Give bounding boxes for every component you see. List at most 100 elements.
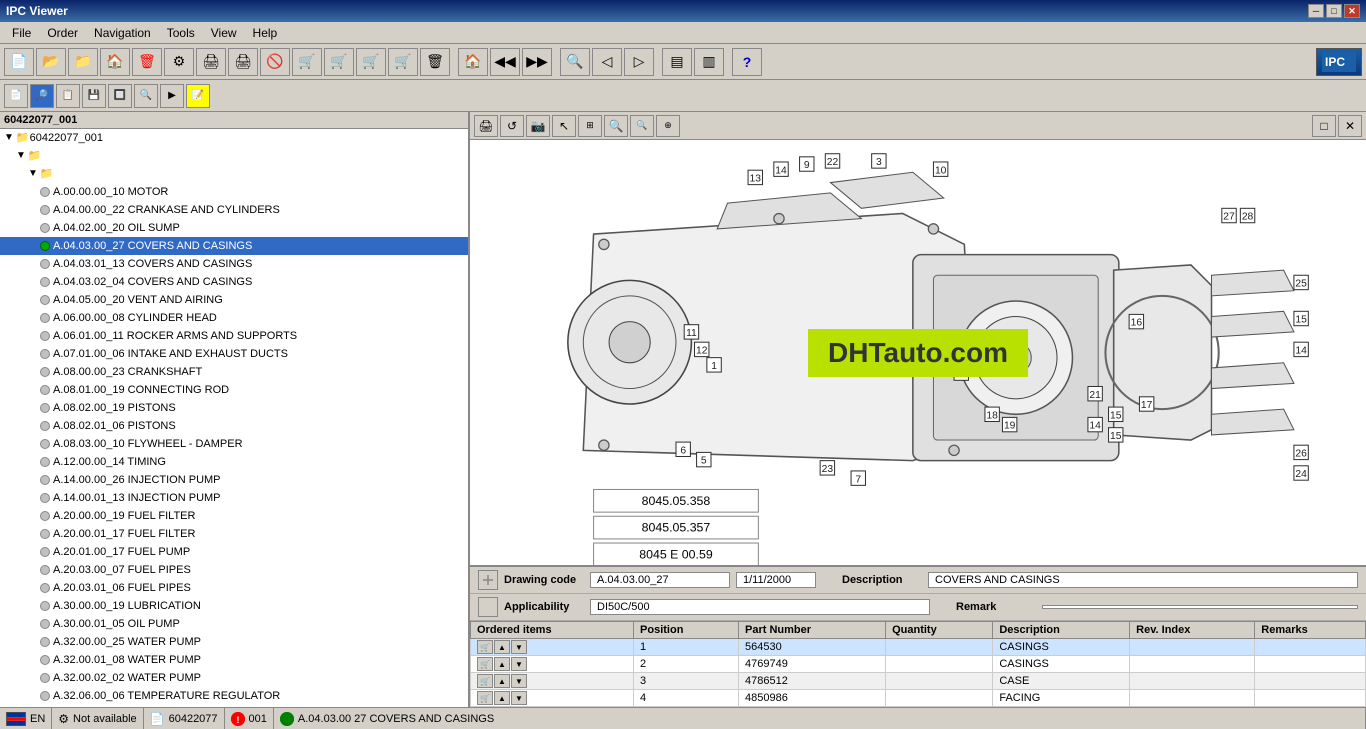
list-item[interactable]: A.08.03.00_10 FLYWHEEL - DAMPER (0, 435, 468, 453)
zoom-fit-btn[interactable]: ⊞ (578, 115, 602, 137)
tree-l2[interactable]: ▼ 📁 (0, 165, 468, 183)
menu-navigation[interactable]: Navigation (86, 24, 159, 42)
list-item[interactable]: A.30.00.01_05 OIL PUMP (0, 615, 468, 633)
print2-button[interactable]: 🖨 (228, 48, 258, 76)
list-item[interactable]: A.04.05.00_20 VENT AND AIRING (0, 291, 468, 309)
list-item[interactable]: A.32.06.01_06 TEMPERATURE REGULATOR (0, 705, 468, 707)
table-row[interactable]: 🛒 ▲ ▼ 24769749CASINGS (471, 656, 1366, 673)
list-item[interactable]: A.06.01.00_11 ROCKER ARMS AND SUPPORTS (0, 327, 468, 345)
layout1-button[interactable]: ▤ (662, 48, 692, 76)
minimize-button[interactable]: ─ (1308, 4, 1324, 18)
list-item[interactable]: A.08.00.00_23 CRANKSHAFT (0, 363, 468, 381)
small-btn1[interactable]: 📄 (4, 84, 28, 108)
close-button[interactable]: ✕ (1344, 4, 1360, 18)
tree-l1[interactable]: ▼ 📁 (0, 147, 468, 165)
tree-area[interactable]: ▼ 📁 60422077_001 ▼ 📁 ▼ 📁 A.00.00.00_10 M… (0, 129, 468, 707)
small-btn3[interactable]: 📋 (56, 84, 80, 108)
small-btn6[interactable]: 🔍 (134, 84, 158, 108)
add-cart-btn[interactable]: 🛒 (477, 674, 493, 688)
list-item[interactable]: A.30.00.00_19 LUBRICATION (0, 597, 468, 615)
no-icon[interactable]: 🚫 (260, 48, 290, 76)
search-button[interactable]: 🔍 (560, 48, 590, 76)
up-btn[interactable]: ▲ (494, 674, 510, 688)
print-button[interactable]: 🖨 (196, 48, 226, 76)
parts-table-area[interactable]: Ordered items Position Part Number Quant… (470, 621, 1366, 707)
up-btn[interactable]: ▲ (494, 691, 510, 705)
zoom-out-btn[interactable]: 🔍 (630, 115, 654, 137)
list-item[interactable]: A.00.00.00_10 MOTOR (0, 183, 468, 201)
home-button[interactable]: 🏠 (100, 48, 130, 76)
cart4-button[interactable]: 🛒 (388, 48, 418, 76)
open-button[interactable]: 📂 (36, 48, 66, 76)
down-btn[interactable]: ▼ (511, 640, 527, 654)
small-btn8[interactable]: 📝 (186, 84, 210, 108)
maximize-button[interactable]: □ (1326, 4, 1342, 18)
list-item-selected[interactable]: A.04.03.00_27 COVERS AND CASINGS (0, 237, 468, 255)
delete-button[interactable]: 🗑 (132, 48, 162, 76)
add-cart-btn[interactable]: 🛒 (477, 691, 493, 705)
down-btn[interactable]: ▼ (511, 657, 527, 671)
table-row[interactable]: 🛒 ▲ ▼ 34786512CASE (471, 673, 1366, 690)
list-item[interactable]: A.14.00.01_13 INJECTION PUMP (0, 489, 468, 507)
table-row[interactable]: 🛒 ▲ ▼ 1564530CASINGS (471, 639, 1366, 656)
list-item[interactable]: A.32.00.00_25 WATER PUMP (0, 633, 468, 651)
camera-btn[interactable]: 📷 (526, 115, 550, 137)
list-item[interactable]: A.04.02.00_20 OIL SUMP (0, 219, 468, 237)
list-item[interactable]: A.08.02.01_06 PISTONS (0, 417, 468, 435)
zoom-region-btn[interactable]: ⊕ (656, 115, 680, 137)
list-item[interactable]: A.20.00.01_17 FUEL FILTER (0, 525, 468, 543)
down-btn[interactable]: ▼ (511, 674, 527, 688)
menu-view[interactable]: View (203, 24, 245, 42)
up-btn[interactable]: ▲ (494, 657, 510, 671)
list-item[interactable]: A.20.01.00_17 FUEL PUMP (0, 543, 468, 561)
down-btn[interactable]: ▼ (511, 691, 527, 705)
menu-order[interactable]: Order (39, 24, 86, 42)
cart2-button[interactable]: 🛒 (324, 48, 354, 76)
new-button[interactable]: 📄 (4, 48, 34, 76)
help-icon[interactable]: ? (732, 48, 762, 76)
small-btn2[interactable]: 🔎 (30, 84, 54, 108)
list-item[interactable]: A.20.03.01_06 FUEL PIPES (0, 579, 468, 597)
row-actions[interactable]: 🛒 ▲ ▼ (471, 656, 634, 673)
list-item[interactable]: A.06.00.00_08 CYLINDER HEAD (0, 309, 468, 327)
open2-button[interactable]: 📁 (68, 48, 98, 76)
add-cart-btn[interactable]: 🛒 (477, 640, 493, 654)
list-item[interactable]: A.08.01.00_19 CONNECTING ROD (0, 381, 468, 399)
house-button[interactable]: 🏠 (458, 48, 488, 76)
up-btn[interactable]: ▲ (494, 640, 510, 654)
trash-button[interactable]: 🗑 (420, 48, 450, 76)
row-actions[interactable]: 🛒 ▲ ▼ (471, 690, 634, 707)
forward-button[interactable]: ▷ (624, 48, 654, 76)
cursor-btn[interactable]: ↖ (552, 115, 576, 137)
back-button[interactable]: ◁ (592, 48, 622, 76)
small-btn7[interactable]: ▶ (160, 84, 184, 108)
row-actions[interactable]: 🛒 ▲ ▼ (471, 639, 634, 656)
maximize-diagram-btn[interactable]: □ (1312, 115, 1336, 137)
list-item[interactable]: A.12.00.00_14 TIMING (0, 453, 468, 471)
print-btn[interactable]: 🖨 (474, 115, 498, 137)
list-item[interactable]: A.20.03.00_07 FUEL PIPES (0, 561, 468, 579)
layout2-button[interactable]: ▥ (694, 48, 724, 76)
prev-button[interactable]: ◀◀ (490, 48, 520, 76)
settings-button[interactable]: ⚙ (164, 48, 194, 76)
list-item[interactable]: A.04.03.01_13 COVERS AND CASINGS (0, 255, 468, 273)
menu-file[interactable]: File (4, 24, 39, 42)
menu-help[interactable]: Help (245, 24, 286, 42)
list-item[interactable]: A.14.00.00_26 INJECTION PUMP (0, 471, 468, 489)
next-button[interactable]: ▶▶ (522, 48, 552, 76)
small-btn4[interactable]: 💾 (82, 84, 106, 108)
zoom-in-btn[interactable]: 🔍 (604, 115, 628, 137)
list-item[interactable]: A.08.02.00_19 PISTONS (0, 399, 468, 417)
list-item[interactable]: A.32.00.02_02 WATER PUMP (0, 669, 468, 687)
tree-root[interactable]: ▼ 📁 60422077_001 (0, 129, 468, 147)
close-diagram-btn[interactable]: ✕ (1338, 115, 1362, 137)
list-item[interactable]: A.32.00.01_08 WATER PUMP (0, 651, 468, 669)
list-item[interactable]: A.04.03.02_04 COVERS AND CASINGS (0, 273, 468, 291)
refresh-btn[interactable]: ↺ (500, 115, 524, 137)
list-item[interactable]: A.20.00.00_19 FUEL FILTER (0, 507, 468, 525)
list-item[interactable]: A.07.01.00_06 INTAKE AND EXHAUST DUCTS (0, 345, 468, 363)
menu-tools[interactable]: Tools (159, 24, 203, 42)
table-row[interactable]: 🛒 ▲ ▼ 44850986FACING (471, 690, 1366, 707)
cart3-button[interactable]: 🛒 (356, 48, 386, 76)
list-item[interactable]: A.32.06.00_06 TEMPERATURE REGULATOR (0, 687, 468, 705)
